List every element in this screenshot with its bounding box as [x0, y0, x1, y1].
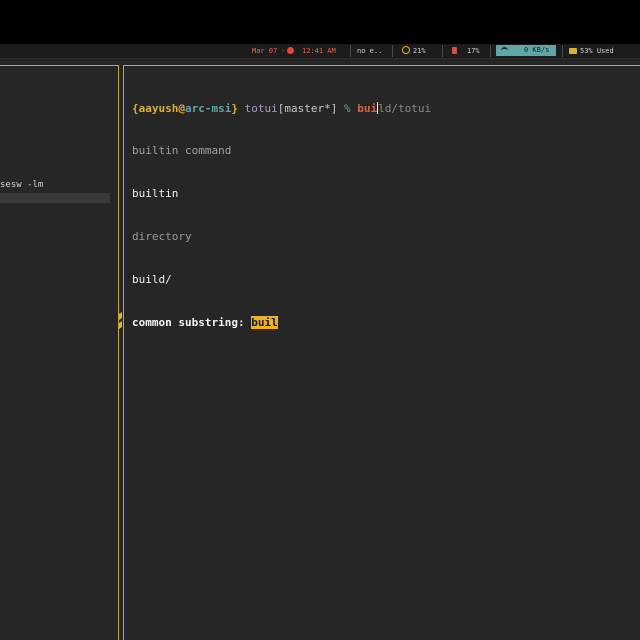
- separator: [562, 45, 563, 57]
- clock-icon: -: [281, 46, 296, 56]
- top-black-area: [0, 0, 640, 44]
- disk-value: 53% Used: [580, 47, 614, 55]
- memory-widget: 17%: [452, 46, 480, 56]
- typed-command[interactable]: bui: [357, 102, 377, 115]
- terminal-output: {aayush@arc-msi} totui[master*] % build/…: [132, 73, 431, 359]
- prompt-host: arc-msi: [185, 101, 232, 115]
- completion-item[interactable]: directory: [132, 230, 431, 244]
- prompt-brace: }: [231, 101, 238, 115]
- time-label: 12:41 AM: [302, 47, 336, 55]
- notification-label[interactable]: no e..: [357, 46, 382, 56]
- left-terminal-pane[interactable]: sesw -lm: [0, 65, 119, 640]
- date-label: Mar 07: [252, 47, 278, 55]
- prompt-dir: totui: [244, 101, 278, 115]
- common-substring-label: common substring:: [132, 316, 245, 330]
- prompt-user: aayush: [138, 101, 179, 115]
- memory-icon: [452, 47, 457, 54]
- separator: [490, 45, 491, 57]
- folder-icon: [569, 48, 577, 54]
- completion-item[interactable]: builtin: [132, 187, 431, 201]
- left-pane-text: sesw -lm: [0, 180, 44, 190]
- disk-widget: 53% Used: [569, 46, 614, 56]
- cpu-value: 21%: [413, 47, 426, 55]
- wifi-icon: [501, 47, 508, 54]
- memory-value: 17%: [467, 47, 480, 55]
- separator: [350, 45, 351, 57]
- prompt-at: @: [178, 101, 185, 115]
- common-substring-value: buil: [251, 316, 278, 330]
- status-bar: Mar 07 - 12:41 AM no e.. 21% 17% 0 KB/s …: [0, 44, 640, 59]
- cpu-icon: [402, 46, 410, 54]
- prompt-brace: {: [132, 101, 139, 115]
- prompt-symbol: %: [343, 101, 351, 115]
- autosuggestion: ld/totui: [378, 101, 432, 115]
- completion-item[interactable]: build/: [132, 273, 431, 287]
- separator: [392, 45, 393, 57]
- network-widget: 0 KB/s: [496, 45, 556, 56]
- left-pane-selection: [0, 193, 110, 203]
- separator: [442, 45, 443, 57]
- prompt-branch: [master*]: [277, 101, 338, 115]
- cpu-widget: 21%: [402, 46, 426, 56]
- completion-item[interactable]: builtin command: [132, 144, 431, 158]
- right-terminal-pane[interactable]: {aayush@arc-msi} totui[master*] % build/…: [123, 65, 640, 640]
- prompt-line: {aayush@arc-msi} totui[master*] % build/…: [132, 101, 432, 116]
- network-value: 0 KB/s: [524, 46, 550, 54]
- common-substring-line: common substring: buil: [132, 316, 431, 330]
